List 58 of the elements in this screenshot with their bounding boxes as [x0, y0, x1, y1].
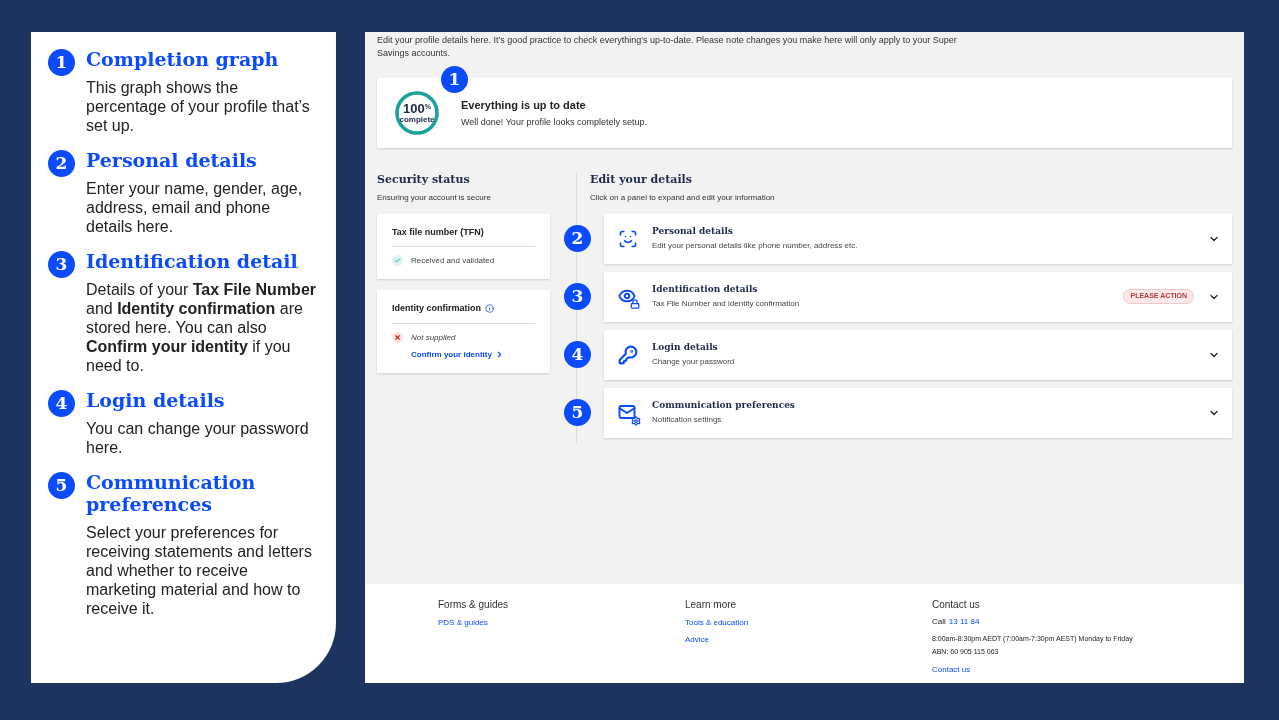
completion-text: Well done! Your profile looks completely setup. [461, 115, 647, 129]
details-panel[interactable]: Login details Change your password [604, 329, 1232, 380]
confirm-identity-link[interactable]: Confirm your identity [411, 348, 504, 361]
card-title: Tax file number (TFN) [392, 225, 484, 239]
panel-subtitle: Edit your personal details like phone number, address etc. [652, 240, 859, 253]
section-subtitle: Click on a panel to expand and edit your information [590, 191, 776, 204]
number-badge: 2 [564, 225, 591, 252]
mail-gear-icon [618, 402, 638, 423]
guide-title: Identification detail [86, 250, 299, 272]
number-badge: 5 [48, 472, 75, 499]
guide-text: Select your preferences for receiving statements and letters and whether to receive marketing material and how to receive it. [86, 523, 313, 618]
footer-heading: Forms & guides [438, 598, 510, 612]
panel-subtitle: Change your password [652, 356, 736, 369]
guide-text: Enter your name, gender, age, address, email and phone details here. [86, 179, 304, 236]
section-title: Security status [377, 172, 471, 188]
guide-title: Completion graph [86, 48, 280, 70]
intro-text: Edit your profile details here. It's good practice to check everything's up-to-date. Please note changes you make here will only apply to your Super Savings accounts. [377, 34, 957, 60]
number-badge: 1 [441, 66, 468, 93]
guide-title: Login details [86, 389, 226, 411]
footer-link[interactable]: Contact us [932, 664, 1133, 676]
footer-link[interactable]: Tools & education [685, 617, 932, 629]
panel-title: Personal details [652, 224, 734, 238]
number-badge: 3 [48, 251, 75, 278]
percent-label: complete [399, 115, 435, 124]
guide-text: This graph shows the percentage of your profile that’s set up. [86, 78, 311, 135]
section-title: Edit your details [590, 172, 693, 188]
footer-link[interactable]: PDS & guides [438, 617, 685, 629]
footer-link[interactable]: Advice [685, 634, 932, 646]
guide-title: Communication preferences [86, 471, 257, 515]
details-panel[interactable]: Personal details Edit your personal details like phone number, address etc. [604, 213, 1232, 264]
card-title: Identity confirmation [392, 302, 481, 315]
footer-heading: Learn more [685, 598, 738, 612]
number-badge: 5 [564, 399, 591, 426]
panel-subtitle: Notification settings [652, 414, 723, 427]
panel-title: Communication preferences [652, 398, 796, 412]
guide-title: Personal details [86, 149, 258, 171]
panel-subtitle: Tax File Number and identity confirmation [652, 298, 801, 311]
completion-title: Everything is up to date [461, 98, 587, 113]
panel-title: Login details [652, 340, 719, 354]
info-icon[interactable] [485, 304, 494, 314]
key-icon [618, 344, 638, 365]
number-badge: 4 [48, 390, 75, 417]
status-text: Received and validated [411, 255, 495, 267]
number-badge: 2 [48, 150, 75, 177]
guide-text: Details of your Tax File Number and Identity confirmation are stored here. You can also Confirm your identity if you need to. [86, 280, 317, 375]
panel-title: Identification details [652, 282, 759, 296]
section-subtitle: Ensuring your account is secure [377, 191, 492, 204]
status-text: Not supplied [411, 331, 457, 344]
footer-heading: Contact us [932, 598, 981, 612]
number-badge: 3 [564, 283, 591, 310]
number-badge: 1 [48, 49, 75, 76]
guide-text: You can change your password here. [86, 419, 310, 457]
face-scan-icon [618, 228, 638, 249]
details-panel[interactable]: Communication preferences Notification settings [604, 387, 1232, 438]
percent-value: 100 [403, 102, 425, 115]
phone-link[interactable]: 13 11 84 [948, 616, 980, 628]
call-label: Call [932, 616, 946, 628]
number-badge: 4 [564, 341, 591, 368]
